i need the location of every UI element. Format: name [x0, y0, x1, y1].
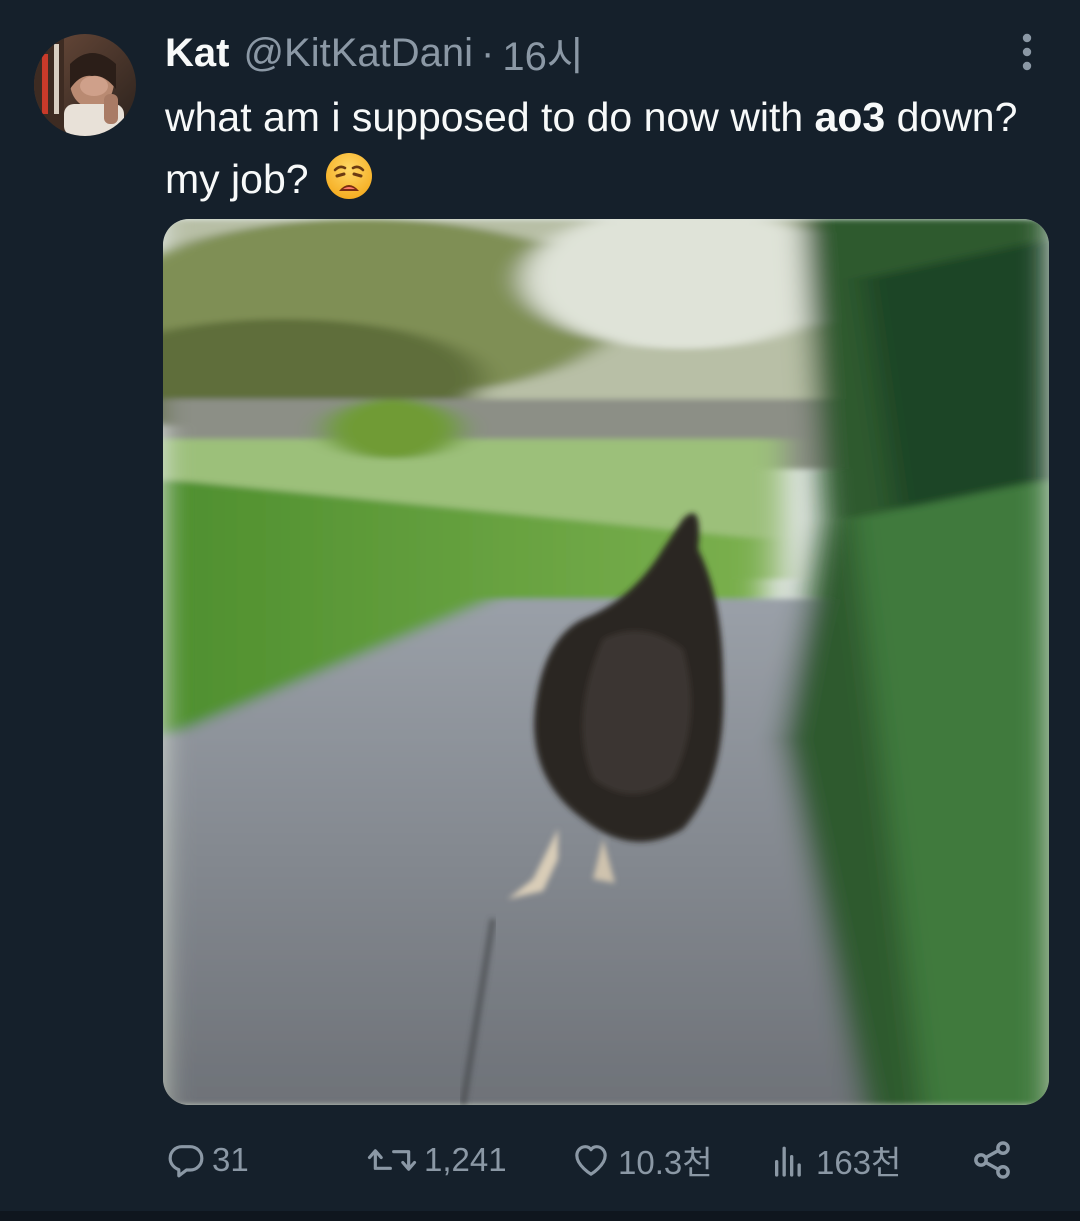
- repost-count: 1,241: [424, 1141, 507, 1178]
- tweet-media-image[interactable]: [163, 219, 1049, 1105]
- like-count: 10.3천: [618, 1144, 713, 1181]
- author-name[interactable]: Kat: [165, 31, 229, 76]
- reply-count: 31: [212, 1141, 249, 1178]
- share-button[interactable]: [970, 1132, 1014, 1188]
- like-button[interactable]: 10.3천: [570, 1132, 713, 1188]
- views-count: 163천: [816, 1144, 902, 1181]
- reply-button[interactable]: 31: [166, 1132, 249, 1188]
- views-icon: [770, 1140, 810, 1180]
- avatar[interactable]: [34, 34, 136, 136]
- more-icon[interactable]: [1005, 30, 1049, 74]
- timestamp[interactable]: 16시: [502, 24, 583, 82]
- tweet-text: what am i supposed to do now with ao3 do…: [165, 86, 1045, 210]
- tweet-text-bold: ao3: [814, 94, 886, 140]
- author-handle[interactable]: @KitKatDani: [243, 31, 473, 76]
- divider: [0, 1211, 1080, 1221]
- reply-icon: [166, 1140, 206, 1180]
- tweet-header: Kat @KitKatDani · 16시: [165, 28, 584, 80]
- separator: ·: [481, 30, 495, 75]
- tweet-text-part: what am i supposed to do now with: [165, 94, 815, 140]
- weary-face-icon: [324, 151, 374, 201]
- views-button[interactable]: 163천: [770, 1132, 901, 1188]
- share-icon: [970, 1138, 1014, 1182]
- tweet: Kat @KitKatDani · 16시 what am i supposed…: [0, 0, 1080, 1221]
- repost-button[interactable]: 1,241: [366, 1132, 507, 1188]
- tweet-actions: 31 1,241 10.3천 163천: [0, 1132, 1080, 1188]
- repost-icon: [366, 1140, 418, 1180]
- like-icon: [570, 1140, 612, 1180]
